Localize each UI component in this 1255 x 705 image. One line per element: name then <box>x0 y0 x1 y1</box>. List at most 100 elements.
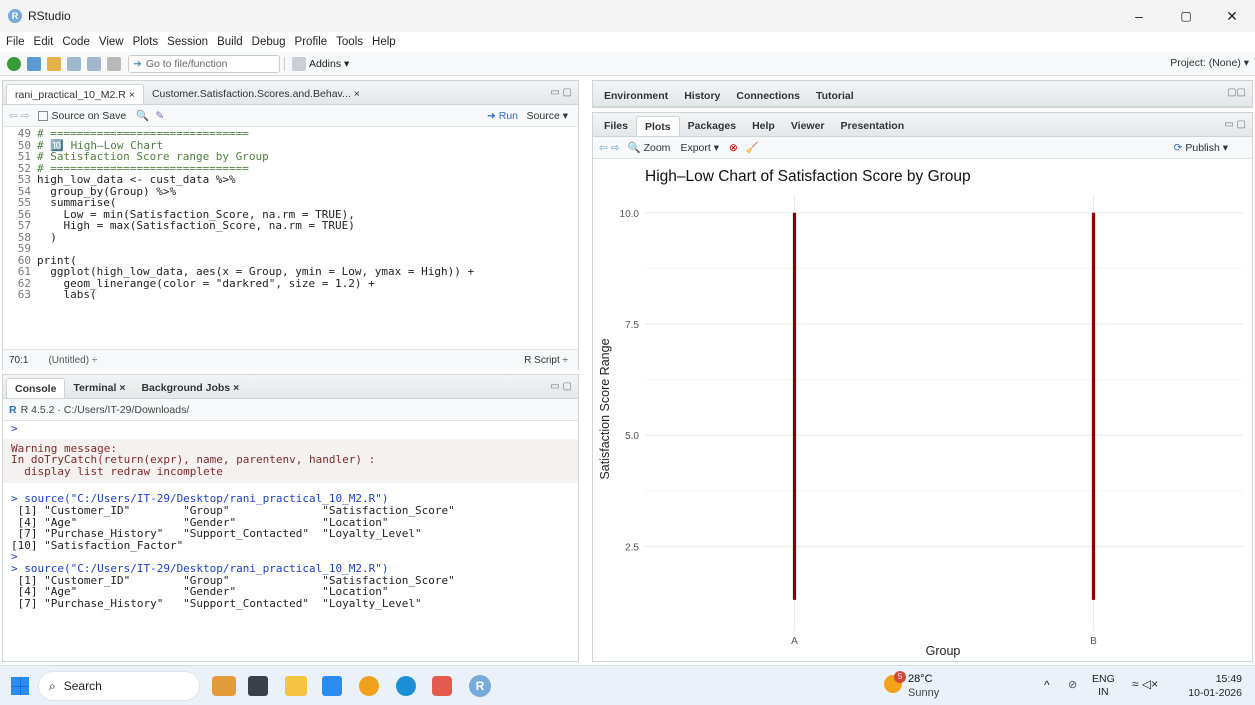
tab-terminal[interactable]: Terminal × <box>65 378 133 398</box>
arrow-right-icon: ➜ <box>133 57 142 70</box>
run-button[interactable]: ➜ Run <box>487 110 518 122</box>
source-on-save-checkbox[interactable] <box>37 110 48 121</box>
tab-presentation[interactable]: Presentation <box>833 116 913 136</box>
console-line: [1] "Customer_ID" "Group" "Satisfaction_… <box>11 503 455 517</box>
menu-edit[interactable]: Edit <box>34 36 54 48</box>
close-button[interactable]: ✕ <box>1209 0 1255 32</box>
weather-temp: 28°C <box>908 673 933 685</box>
tab-console[interactable]: Console <box>6 378 66 398</box>
code-line[interactable]: 58 ) <box>3 231 578 244</box>
pane-minmax-icon[interactable]: ▭ ▢ <box>550 87 572 98</box>
y-axis-label: Satisfaction Score Range <box>598 338 612 479</box>
remove-plot-icon[interactable]: ⊗ <box>729 142 738 154</box>
console-line: [7] "Purchase_History" "Support_Contacte… <box>11 527 422 541</box>
source-tabs: rani_practical_10_M2.R × Customer.Satisf… <box>3 81 578 105</box>
menu-profile[interactable]: Profile <box>295 36 328 48</box>
menu-tools[interactable]: Tools <box>336 36 363 48</box>
menu-view[interactable]: View <box>99 36 124 48</box>
tab-help[interactable]: Help <box>744 116 783 136</box>
y-tick-label: 10.0 <box>620 209 640 220</box>
tab-plots[interactable]: Plots <box>635 116 680 136</box>
copilot-icon[interactable] <box>432 676 452 696</box>
menu-code[interactable]: Code <box>62 36 90 48</box>
code-line[interactable]: 63 labs( <box>3 289 578 301</box>
plots-pane: Files Plots Packages Help Viewer Present… <box>592 112 1253 662</box>
line-number: 61 <box>17 265 31 278</box>
cursor-position: 70:1 <box>9 354 29 366</box>
code-editor[interactable]: 49 # ============================== 50 # 🔟 … <box>3 127 578 323</box>
taskbar-search[interactable]: ⌕ Search <box>38 671 200 701</box>
r-logo-icon: R <box>9 403 17 416</box>
tab-rani-practical[interactable]: rani_practical_10_M2.R × <box>6 84 144 104</box>
save-all-icon[interactable] <box>87 56 101 71</box>
code-line[interactable]: 57 High = max(Satisfaction_Score, na.rm … <box>3 220 578 232</box>
store-icon[interactable] <box>322 676 342 696</box>
working-directory[interactable]: R 4.5.2 · C:/Users/IT-29/Downloads/ <box>21 404 190 416</box>
menu-build[interactable]: Build <box>217 36 243 48</box>
export-button[interactable]: Export ▾ <box>680 142 719 154</box>
clock[interactable]: 15:49 10-01-2026 <box>1180 672 1242 700</box>
publish-button[interactable]: ⟳ Publish ▾ <box>1174 142 1228 154</box>
weather-widget[interactable]: 5 28°C Sunny <box>884 671 944 701</box>
grid-layout-icon[interactable] <box>292 56 306 71</box>
new-file-icon[interactable] <box>7 56 21 71</box>
maximize-button[interactable]: ▢ <box>1163 0 1209 32</box>
zoom-button[interactable]: Zoom <box>644 142 671 154</box>
magic-wand-icon[interactable]: ✎ <box>155 110 164 122</box>
print-icon[interactable] <box>107 56 121 71</box>
console-line: [10] "Satisfaction_Factor" <box>11 538 184 552</box>
chrome-icon[interactable] <box>359 676 379 696</box>
pane-restore-icon[interactable]: ▢▢ <box>1227 87 1246 98</box>
pane-minmax-icon[interactable]: ▭ ▢ <box>1224 119 1246 130</box>
open-file-icon[interactable] <box>47 56 61 71</box>
tab-history[interactable]: History <box>676 86 728 106</box>
addins-menu[interactable]: Addins ▾ <box>309 58 349 70</box>
scope-selector[interactable]: (Untitled) ÷ <box>48 355 97 366</box>
tab-files[interactable]: Files <box>596 116 636 136</box>
language-indicator[interactable]: ENG IN <box>1092 673 1115 699</box>
source-button[interactable]: Source ▾ <box>527 110 568 122</box>
network-muted-icon[interactable]: ⊘ <box>1068 678 1077 691</box>
window-title: RStudio <box>28 9 71 23</box>
project-menu[interactable]: Project: (None) ▾ <box>1170 57 1249 69</box>
tab-customer-data[interactable]: Customer.Satisfaction.Scores.and.Behav..… <box>144 84 368 104</box>
minimize-button[interactable]: – <box>1116 0 1162 32</box>
pane-minmax-icon[interactable]: ▭ ▢ <box>550 381 572 392</box>
chevron-up-icon[interactable]: ^ <box>1044 678 1050 692</box>
plot-back-forward-icon[interactable]: ⇦ ⇨ <box>599 142 620 154</box>
file-type-selector[interactable]: R Script ÷ <box>524 355 568 366</box>
console-output[interactable]: > source("C:/Users/IT-29/Desktop/rani_pr… <box>3 493 578 609</box>
wifi-volume-icon[interactable]: ≈ ◁× <box>1132 677 1158 691</box>
line-number: 55 <box>17 196 31 209</box>
menu-debug[interactable]: Debug <box>252 36 286 48</box>
source-on-save-label: Source on Save <box>51 109 127 122</box>
menu-help[interactable]: Help <box>372 36 396 48</box>
search-icon[interactable]: 🔍 <box>136 109 149 122</box>
tab-background-jobs[interactable]: Background Jobs × <box>133 378 247 398</box>
task-view-icon[interactable] <box>248 676 268 696</box>
windows-start-icon[interactable] <box>11 677 29 695</box>
tab-tutorial[interactable]: Tutorial <box>808 86 862 106</box>
menu-file[interactable]: File <box>6 36 25 48</box>
new-project-icon[interactable] <box>27 56 41 71</box>
console-line: > source("C:/Users/IT-29/Desktop/rani_pr… <box>11 561 389 575</box>
tab-packages[interactable]: Packages <box>680 116 744 136</box>
tab-environment[interactable]: Environment <box>596 86 676 106</box>
tab-viewer[interactable]: Viewer <box>783 116 833 136</box>
file-explorer-icon[interactable] <box>285 676 307 696</box>
x-tick-label: A <box>791 636 798 647</box>
rstudio-logo-icon: R <box>8 9 22 23</box>
tab-connections[interactable]: Connections <box>728 86 808 106</box>
back-forward-icon[interactable]: ⇦ ⇨ <box>9 110 30 122</box>
line-number: 51 <box>17 150 31 163</box>
code-line[interactable]: 59 <box>3 243 578 255</box>
rstudio-taskbar-icon[interactable]: R <box>469 675 491 697</box>
widget-app-icon[interactable] <box>212 676 236 696</box>
menu-plots[interactable]: Plots <box>133 36 159 48</box>
edge-icon[interactable] <box>396 676 416 696</box>
menu-session[interactable]: Session <box>167 36 208 48</box>
save-icon[interactable] <box>67 56 81 71</box>
environment-tabs: Environment History Connections Tutorial… <box>593 81 1252 107</box>
clear-plots-icon[interactable]: 🧹 <box>746 141 759 154</box>
goto-file-input[interactable]: ➜ Go to file/function <box>128 54 280 73</box>
